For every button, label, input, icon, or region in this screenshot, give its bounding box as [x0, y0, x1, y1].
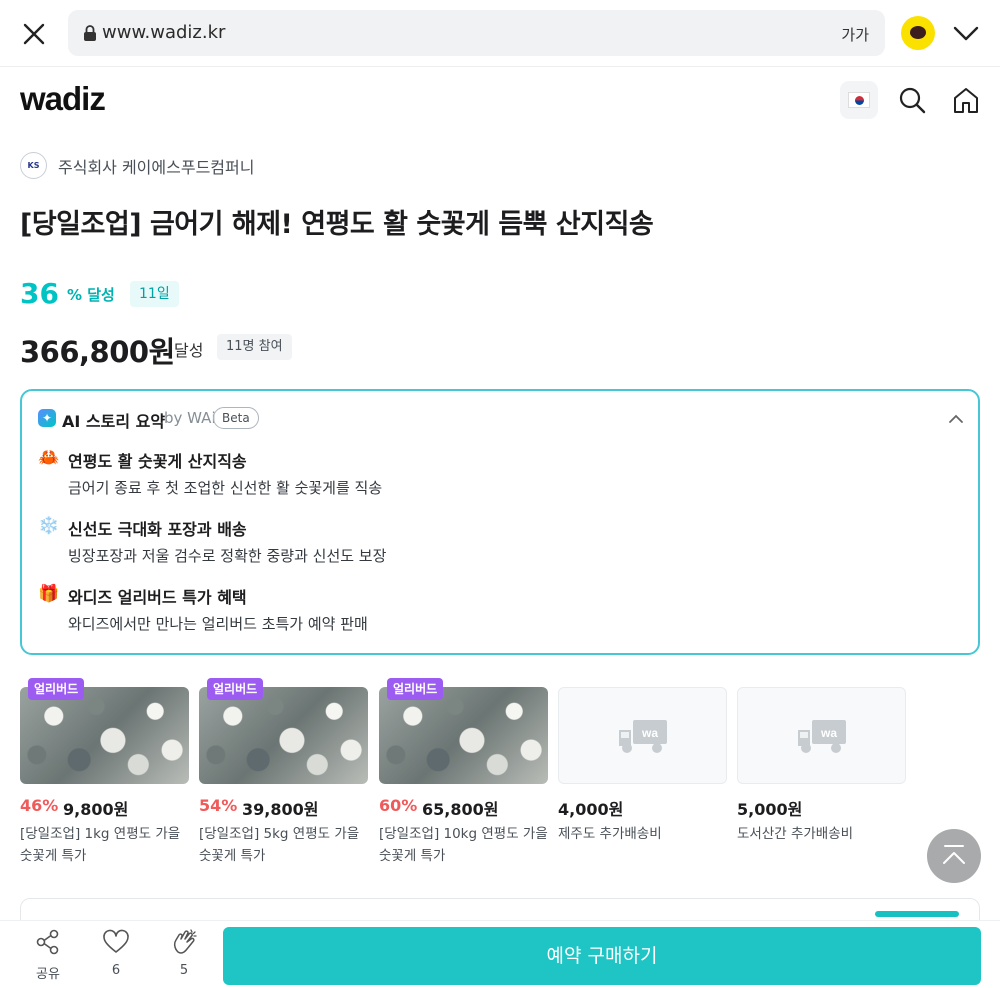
wadiz-logo[interactable]: wadiz	[20, 80, 106, 118]
reward-discount: 46%	[20, 796, 59, 815]
close-icon[interactable]	[18, 18, 50, 50]
lock-icon	[84, 25, 96, 41]
like-button[interactable]: 6	[94, 928, 138, 978]
gift-icon: 🎁	[38, 584, 60, 604]
reserve-purchase-button[interactable]: 예약 구매하기	[223, 927, 981, 985]
ai-summary-by: by WAi	[164, 409, 216, 427]
korea-flag-icon	[848, 92, 870, 108]
maker-logo[interactable]: KS	[20, 152, 47, 179]
clap-icon	[173, 929, 197, 954]
divider	[0, 66, 1000, 67]
share-label: 공유	[36, 967, 60, 982]
like-count: 6	[111, 963, 121, 978]
ai-item-description: 와디즈에서만 만나는 얼리버드 초특가 예약 판매	[68, 615, 368, 633]
share-icon	[36, 929, 59, 955]
ai-item-heading: 와디즈 얼리버드 특가 혜택	[68, 588, 247, 607]
truck-icon: wa	[798, 720, 846, 753]
maker-name[interactable]: 주식회사 케이에스푸드컴퍼니	[58, 154, 254, 178]
reward-discount: 60%	[379, 796, 418, 815]
reward-price: 9,800원	[63, 800, 129, 819]
ai-item-description: 금어기 종료 후 첫 조업한 신선한 활 숫꽃게를 직송	[68, 479, 383, 497]
reward-image	[199, 687, 368, 784]
truck-label: wa	[820, 726, 837, 740]
reward-price: 65,800원	[422, 800, 499, 819]
snowflake-icon: ❄️	[38, 516, 60, 536]
reward-image	[20, 687, 189, 784]
font-size-button[interactable]: 가가	[841, 24, 869, 45]
beta-badge: Beta	[213, 407, 259, 429]
reward-price: 4,000원	[558, 800, 624, 819]
chevron-down-icon[interactable]	[952, 20, 980, 46]
ai-story-summary: ✦ AI 스토리 요약 by WAi Beta 🦀 연평도 활 숫꽃게 산지직송…	[20, 389, 980, 655]
home-icon[interactable]	[951, 85, 981, 115]
reward-price: 39,800원	[242, 800, 319, 819]
days-left-badge: 11일	[130, 281, 179, 307]
early-bird-badge: 얼리버드	[207, 678, 264, 700]
heart-icon	[103, 929, 129, 953]
reward-name: [당일조업] 5kg 연평도 가을 숫꽃게 특가	[199, 826, 360, 864]
supporters-badge: 11명 참여	[217, 334, 292, 360]
url-text: www.wadiz.kr	[102, 22, 226, 43]
project-title: [당일조업] 금어기 해제! 연평도 활 숫꽃게 듬뿍 산지직송	[20, 209, 654, 240]
cheer-count: 5	[179, 963, 189, 978]
amount-label: 달성	[174, 341, 204, 360]
achievement-label: % 달성	[67, 286, 115, 304]
address-field[interactable]: www.wadiz.kr 가가	[68, 10, 885, 56]
scroll-top-button[interactable]	[927, 829, 981, 883]
reward-placeholder-image: wa	[737, 687, 906, 784]
truck-icon: wa	[619, 720, 667, 753]
early-bird-badge: 얼리버드	[28, 678, 85, 700]
ai-item-heading: 신선도 극대화 포장과 배송	[68, 520, 247, 539]
chevron-up-icon[interactable]	[946, 409, 966, 429]
language-button[interactable]	[840, 81, 878, 119]
reward-image	[379, 687, 548, 784]
reward-name: [당일조업] 1kg 연평도 가을 숫꽃게 특가	[20, 826, 181, 864]
ai-item-description: 빙장포장과 저울 검수로 정확한 중량과 신선도 보장	[68, 547, 387, 565]
ai-item-heading: 연평도 활 숫꽃게 산지직송	[68, 452, 247, 471]
reward-name: 도서산간 추가배송비	[737, 826, 854, 842]
reward-placeholder-image: wa	[558, 687, 727, 784]
arrow-up-icon	[943, 845, 965, 864]
search-icon[interactable]	[898, 86, 926, 114]
kakao-chat-icon[interactable]	[901, 16, 935, 50]
cheer-button[interactable]: 5	[162, 928, 206, 978]
reward-name: [당일조업] 10kg 연평도 가을 숫꽃게 특가	[379, 826, 548, 864]
bottom-action-bar: 공유 6 5 예약 구매하기	[0, 920, 1000, 988]
early-bird-badge: 얼리버드	[387, 678, 444, 700]
ai-summary-title: AI 스토리 요약	[62, 412, 166, 431]
crab-icon: 🦀	[38, 448, 60, 468]
truck-label: wa	[641, 726, 658, 740]
reward-name: 제주도 추가배송비	[558, 826, 662, 842]
achievement-percent: 36	[20, 277, 59, 310]
reward-price: 5,000원	[737, 800, 803, 819]
sparkle-icon: ✦	[38, 409, 56, 427]
share-button[interactable]: 공유	[26, 928, 70, 982]
funded-amount: 366,800원	[20, 335, 175, 369]
browser-url-bar: www.wadiz.kr 가가	[0, 0, 1000, 66]
reward-discount: 54%	[199, 796, 238, 815]
